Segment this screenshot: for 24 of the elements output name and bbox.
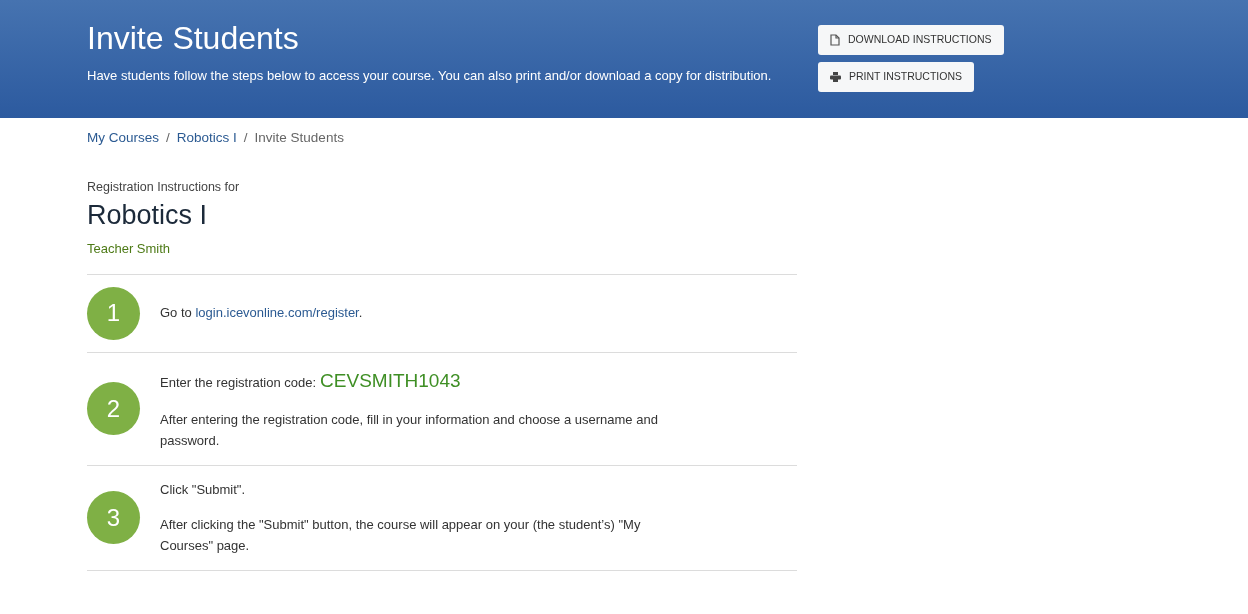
register-link[interactable]: login.icevonline.com/register bbox=[195, 305, 359, 321]
registration-code: CEVSMITH1043 bbox=[320, 368, 461, 393]
breadcrumb-separator: / bbox=[243, 129, 248, 147]
step-number: 3 bbox=[87, 491, 140, 545]
breadcrumb-item: Invite Students bbox=[254, 129, 344, 147]
step-number: 1 bbox=[87, 286, 140, 340]
step-instruction: Go to login.icevonline.com/register. bbox=[160, 304, 364, 323]
breadcrumb-item[interactable]: My Courses bbox=[87, 128, 159, 149]
page-subtitle: Have students follow the steps below to access your course. You can also print and/or download a copy for distribution. bbox=[87, 67, 773, 85]
step-detail: After entering the registration code, fill in your information and choose a username and password. bbox=[160, 411, 659, 450]
step-instruction: Enter the registration code: bbox=[160, 373, 317, 392]
course-title: Robotics I bbox=[87, 199, 209, 231]
step-detail: After clicking the "Submit" button, the course will appear on your (the student’s) "My Courses" page. bbox=[160, 515, 642, 555]
step-instruction: Click "Submit". bbox=[160, 481, 247, 499]
instructions-label: Registration Instructions for bbox=[87, 179, 241, 197]
breadcrumb-separator: / bbox=[166, 129, 170, 147]
teacher-name: Teacher Smith bbox=[87, 240, 172, 258]
download-button[interactable]: DOWNLOAD INSTRUCTIONS bbox=[818, 25, 1004, 55]
breadcrumb-item[interactable]: Robotics I bbox=[176, 128, 237, 149]
print-button[interactable]: PRINT INSTRUCTIONS bbox=[818, 62, 974, 92]
page-title: Invite Students bbox=[87, 19, 300, 58]
step-number: 2 bbox=[87, 382, 140, 436]
printer-icon bbox=[830, 72, 841, 82]
document-icon bbox=[830, 34, 840, 46]
